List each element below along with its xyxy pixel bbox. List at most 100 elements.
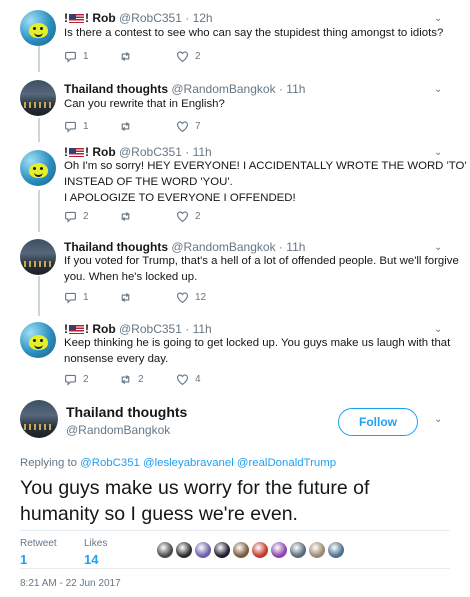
main-author-name[interactable]: Thailand thoughts [66,404,187,420]
main-avatar[interactable] [20,400,58,438]
chevron-down-icon[interactable]: ⌄ [434,414,442,425]
retweet-count: 2 [138,374,144,385]
tweet-time[interactable]: 12h [193,11,213,25]
like-button[interactable]: 2 [176,210,201,223]
liker-avatar[interactable] [175,541,193,559]
us-flag-icon [69,14,84,23]
tweet-timestamp[interactable]: 8:21 AM - 22 Jun 2017 [20,578,121,589]
avatar[interactable] [20,239,56,275]
replying-prefix: Replying to [20,457,77,469]
author-name[interactable]: Thailand thoughts [64,82,168,96]
chevron-down-icon[interactable]: ⌄ [434,84,442,95]
reply-icon [65,121,76,133]
tweet-header: !! Rob @RobC351 · 11h [64,322,212,336]
heart-icon [177,211,188,223]
divider [20,530,450,531]
chevron-down-icon[interactable]: ⌄ [434,242,442,253]
reply-count: 2 [83,211,89,222]
us-flag-icon [69,325,84,334]
reply-count: 1 [83,51,89,62]
reply-button[interactable]: 1 [64,120,89,133]
retweet-button[interactable]: 2 [119,373,144,386]
retweet-button[interactable] [119,50,138,63]
main-tweet-text: You guys make us worry for the future of… [20,477,370,525]
main-author-handle[interactable]: @RandomBangkok [66,423,170,437]
liker-avatar[interactable] [251,541,269,559]
like-count: 2 [195,51,201,62]
likes-stat[interactable]: Likes 14 [84,538,107,567]
liker-avatar[interactable] [289,541,307,559]
tweet-text: Can you rewrite that in English? [64,98,225,110]
reply-button[interactable]: 1 [64,50,89,63]
thread-line [38,276,40,316]
retweets-label: Retweet [20,538,57,549]
author-name[interactable]: !! Rob [64,322,116,336]
retweet-icon [121,212,130,221]
like-button[interactable]: 4 [176,373,201,386]
likes-count: 14 [84,552,99,567]
like-button[interactable]: 7 [176,120,201,133]
heart-icon [177,121,188,133]
heart-icon [177,292,188,304]
retweet-button[interactable] [119,210,138,223]
replying-mentions[interactable]: @RobC351 @lesleyabravanel @realDonaldTru… [80,457,336,469]
author-name[interactable]: !! Rob [64,145,116,159]
reply-button[interactable]: 2 [64,210,89,223]
author-handle[interactable]: @RandomBangkok [171,82,275,96]
tweet-text: If you voted for Trump, that's a hell of… [64,255,459,283]
tweet-text: Oh I'm so sorry! HEY EVERYONE! I ACCIDEN… [64,160,467,204]
follow-button[interactable]: Follow [338,408,418,436]
tweet-header: !! Rob @RobC351 · 12h [64,11,213,25]
author-handle[interactable]: @RobC351 [119,11,182,25]
chevron-down-icon[interactable]: ⌄ [434,147,442,158]
avatar[interactable] [20,322,56,358]
reply-count: 1 [83,292,89,303]
reply-icon [65,292,76,304]
retweet-button[interactable] [119,120,138,133]
like-button[interactable]: 2 [176,50,201,63]
tweet-header: Thailand thoughts @RandomBangkok · 11h [64,240,306,254]
author-name[interactable]: !! Rob [64,11,116,25]
reply-count: 2 [83,374,89,385]
reply-icon [65,374,76,386]
replying-to: Replying to @RobC351 @lesleyabravanel @r… [20,457,336,469]
us-flag-icon [69,148,84,157]
liker-avatar[interactable] [270,541,288,559]
like-count: 2 [195,211,201,222]
liker-avatar[interactable] [213,541,231,559]
reply-button[interactable]: 1 [64,291,89,304]
tweet-time[interactable]: 11h [286,240,305,254]
like-count: 4 [195,374,201,385]
avatar[interactable] [20,80,56,116]
liker-avatar[interactable] [327,541,345,559]
retweet-icon [121,375,130,384]
like-count: 7 [195,121,201,132]
liker-avatar[interactable] [308,541,326,559]
thread-line [38,118,40,142]
reply-button[interactable]: 2 [64,373,89,386]
chevron-down-icon[interactable]: ⌄ [434,324,442,335]
retweets-stat[interactable]: Retweet 1 [20,538,57,567]
liker-avatar[interactable] [232,541,250,559]
retweet-button[interactable] [119,291,138,304]
avatar[interactable] [20,150,56,186]
author-handle[interactable]: @RandomBangkok [171,240,275,254]
tweet-text: Keep thinking he is going to get locked … [64,337,451,365]
thread-line [38,190,40,232]
tweet-text: Is there a contest to see who can say th… [64,27,444,39]
thread-line [38,46,40,72]
tweet-time[interactable]: 11h [193,322,212,336]
retweet-icon [121,52,130,61]
tweet-time[interactable]: 11h [286,82,305,96]
avatar[interactable] [20,10,56,46]
liker-avatar[interactable] [194,541,212,559]
chevron-down-icon[interactable]: ⌄ [434,13,442,24]
author-handle[interactable]: @RobC351 [119,322,182,336]
tweet-header: Thailand thoughts @RandomBangkok · 11h [64,82,306,96]
liker-avatar[interactable] [156,541,174,559]
author-name[interactable]: Thailand thoughts [64,240,168,254]
tweet-header: !! Rob @RobC351 · 11h [64,145,212,159]
tweet-time[interactable]: 11h [193,145,212,159]
author-handle[interactable]: @RobC351 [119,145,182,159]
like-button[interactable]: 12 [176,291,206,304]
